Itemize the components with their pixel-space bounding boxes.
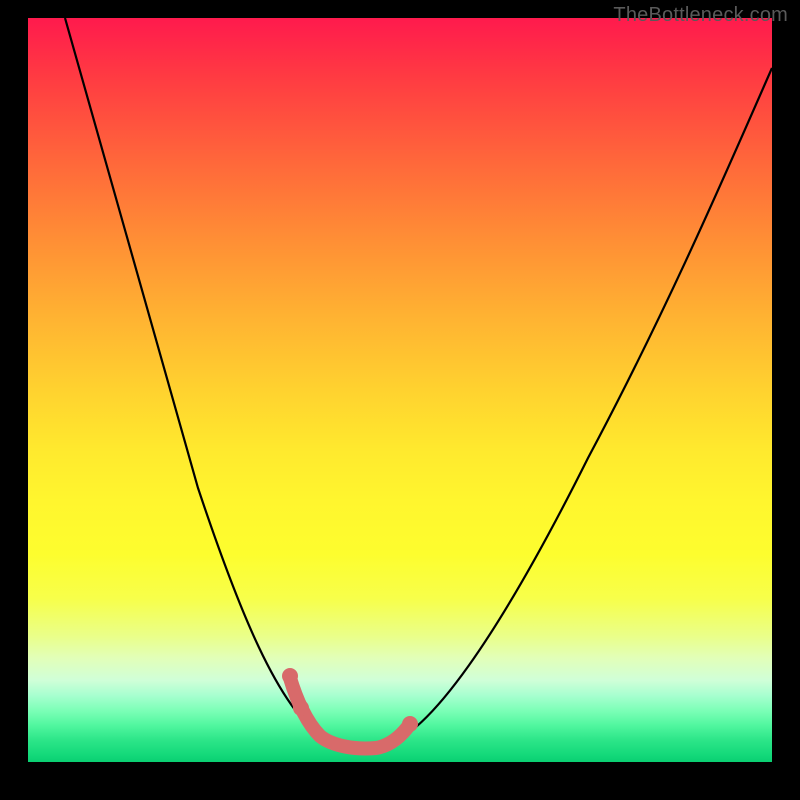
optimal-zone-dot bbox=[293, 700, 309, 716]
optimal-zone-dot bbox=[402, 716, 418, 732]
optimal-zone-marker bbox=[290, 678, 410, 749]
bottleneck-plot bbox=[28, 18, 772, 762]
chart-frame bbox=[28, 18, 772, 762]
bottleneck-curve bbox=[65, 18, 772, 748]
optimal-zone-dot bbox=[282, 668, 298, 684]
watermark-text: TheBottleneck.com bbox=[613, 4, 788, 27]
